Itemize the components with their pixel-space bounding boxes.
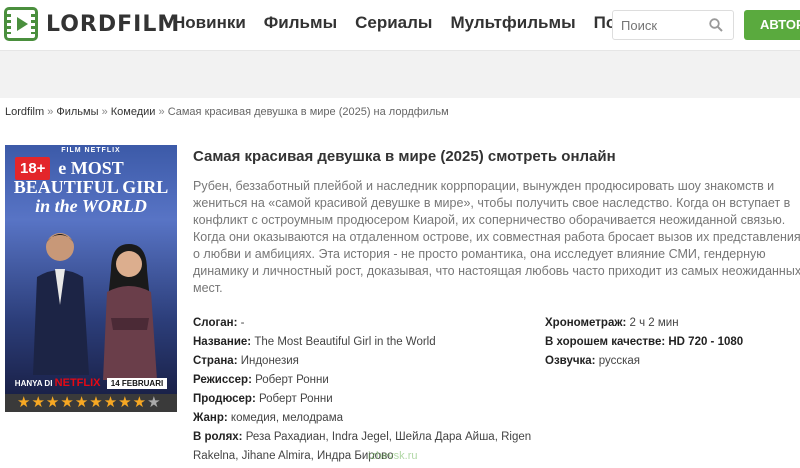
login-button[interactable]: АВТОР bbox=[744, 10, 800, 40]
breadcrumb-films[interactable]: Фильмы bbox=[56, 106, 98, 118]
logo-text: LORDFILM bbox=[46, 11, 181, 37]
star-icon[interactable]: ★ bbox=[89, 395, 102, 411]
meta-value: комедия, мелодрама bbox=[227, 412, 343, 424]
page-title: Самая красивая девушка в мире (2025) смо… bbox=[193, 148, 616, 165]
meta-value: русская bbox=[595, 355, 640, 367]
breadcrumb-separator: » bbox=[101, 106, 108, 118]
film-content: FILM NETFLIX e MOST BEAUTIFUL GIRL in th… bbox=[0, 130, 800, 468]
meta-label: Продюсер: bbox=[193, 393, 256, 405]
meta-genre: Жанр: комедия, мелодрама bbox=[193, 409, 533, 428]
search-icon[interactable] bbox=[709, 18, 723, 32]
poster-woman-figure bbox=[103, 244, 157, 380]
meta-label: В хорошем качестве: bbox=[545, 336, 666, 348]
meta-label: Жанр: bbox=[193, 412, 228, 424]
poster-release-date: 14 FEBRUARI bbox=[106, 378, 168, 389]
star-icon[interactable]: ★ bbox=[133, 395, 146, 411]
star-icon[interactable]: ★ bbox=[118, 395, 131, 411]
meta-original-title: Название: The Most Beautiful Girl in the… bbox=[193, 333, 533, 352]
breadcrumb-separator: » bbox=[47, 106, 54, 118]
film-poster[interactable]: FILM NETFLIX e MOST BEAUTIFUL GIRL in th… bbox=[5, 145, 177, 395]
meta-voiceover: Озвучка: русская bbox=[545, 352, 800, 371]
meta-label: Слоган: bbox=[193, 317, 238, 329]
nav-item-new[interactable]: Новинки bbox=[173, 13, 246, 33]
meta-value: Реза Рахадиан, Indra Jegel, Шейла Дара А… bbox=[193, 431, 532, 462]
meta-quality: В хорошем качестве: HD 720 - 1080 bbox=[545, 333, 800, 352]
breadcrumb-separator: » bbox=[158, 106, 165, 118]
meta-label: Озвучка: bbox=[545, 355, 596, 367]
meta-value: HD 720 - 1080 bbox=[665, 336, 744, 348]
poster-title-line2: BEAUTIFUL GIRL bbox=[13, 177, 169, 197]
age-rating-badge: 18+ bbox=[15, 157, 51, 180]
film-meta-left: Слоган: - Название: The Most Beautiful G… bbox=[193, 314, 533, 466]
breadcrumb-comedies[interactable]: Комедии bbox=[111, 106, 156, 118]
poster-man-figure bbox=[33, 233, 89, 375]
ad-banner-area bbox=[0, 50, 800, 98]
meta-cast: В ролях: Реза Рахадиан, Indra Jegel, Шей… bbox=[193, 428, 533, 466]
netflix-logo-text: NETFLIX bbox=[54, 377, 101, 389]
meta-director: Режиссер: Роберт Ронни bbox=[193, 371, 533, 390]
nav-item-series[interactable]: Сериалы bbox=[355, 13, 432, 33]
meta-value: 2 ч 2 мин bbox=[626, 317, 679, 329]
breadcrumb-current: Самая красивая девушка в мире (2025) на … bbox=[167, 106, 449, 118]
film-meta-right: Хронометраж: 2 ч 2 мин В хорошем качеств… bbox=[545, 314, 800, 371]
star-icon[interactable]: ★ bbox=[46, 395, 59, 411]
search-input[interactable] bbox=[613, 11, 703, 39]
star-icon[interactable]: ★ bbox=[104, 395, 117, 411]
meta-duration: Хронометраж: 2 ч 2 мин bbox=[545, 314, 800, 333]
meta-country: Страна: Индонезия bbox=[193, 352, 533, 371]
meta-value: - bbox=[237, 317, 245, 329]
meta-label: Страна: bbox=[193, 355, 238, 367]
site-logo[interactable]: LORDFILM bbox=[4, 7, 180, 41]
star-icon[interactable]: ★ bbox=[31, 395, 44, 411]
meta-producer: Продюсер: Роберт Ронни bbox=[193, 390, 533, 409]
star-icon[interactable]: ★ bbox=[147, 395, 160, 411]
meta-value: Роберт Ронни bbox=[251, 374, 329, 386]
film-logo-icon bbox=[4, 7, 38, 41]
film-description: Рубен, беззаботный плейбой и наследник к… bbox=[193, 179, 800, 295]
site-header: LORDFILM Новинки Фильмы Сериалы Мультфил… bbox=[0, 0, 800, 50]
search-box bbox=[612, 10, 734, 40]
meta-label: Режиссер: bbox=[193, 374, 252, 386]
meta-value: Роберт Ронни bbox=[255, 393, 333, 405]
watermark: izhevsk.ru bbox=[368, 450, 418, 462]
poster-top-label: FILM NETFLIX bbox=[61, 147, 121, 154]
star-icon[interactable]: ★ bbox=[17, 395, 30, 411]
poster-bottom-label: HANYA DI NETFLIX 14 FEBRUARI bbox=[5, 377, 177, 389]
meta-value: Индонезия bbox=[237, 355, 299, 367]
nav-item-films[interactable]: Фильмы bbox=[264, 13, 337, 33]
breadcrumb: Lordfilm » Фильмы » Комедии » Самая крас… bbox=[5, 106, 449, 118]
star-icon[interactable]: ★ bbox=[75, 395, 88, 411]
meta-label: Хронометраж: bbox=[545, 317, 627, 329]
star-icon[interactable]: ★ bbox=[60, 395, 73, 411]
breadcrumb-home[interactable]: Lordfilm bbox=[5, 106, 44, 118]
meta-slogan: Слоган: - bbox=[193, 314, 533, 333]
nav-item-cartoons[interactable]: Мультфильмы bbox=[450, 13, 575, 33]
meta-label: В ролях: bbox=[193, 431, 243, 443]
meta-value: The Most Beautiful Girl in the World bbox=[251, 336, 436, 348]
meta-label: Название: bbox=[193, 336, 252, 348]
poster-title-line3: in the WORLD bbox=[35, 196, 147, 216]
poster-bottom-prefix: HANYA DI bbox=[14, 379, 53, 388]
star-rating[interactable]: ★ ★ ★ ★ ★ ★ ★ ★ ★ ★ bbox=[5, 394, 177, 412]
